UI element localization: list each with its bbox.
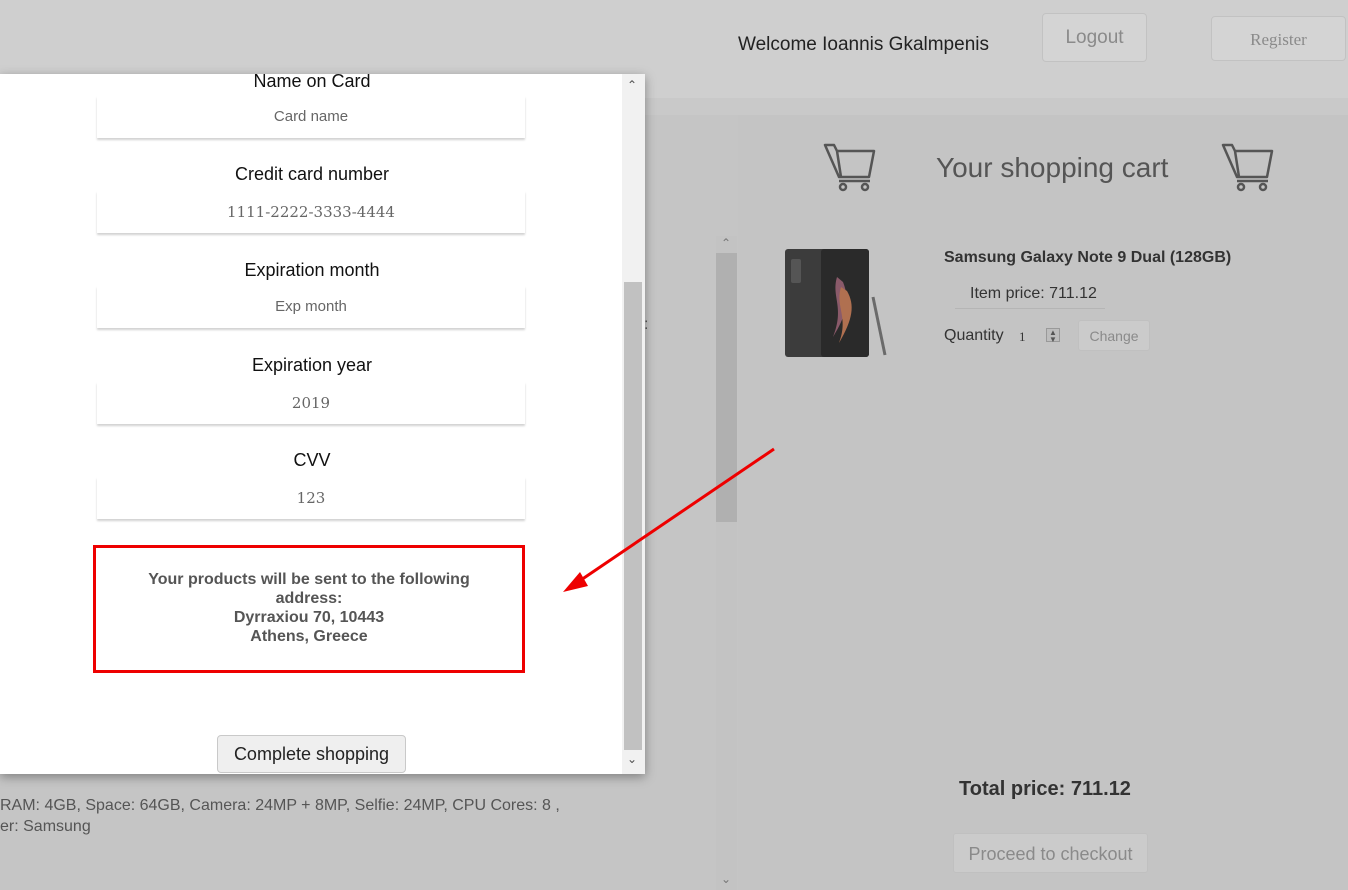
product-list-scroll-thumb[interactable] [716, 253, 737, 522]
cart-item-price: Item price: 711.12 [970, 285, 1097, 302]
cart-title: Your shopping cart [936, 152, 1169, 183]
address-intro-cont: address: [275, 590, 343, 607]
expiration-year-label: Expiration year [251, 355, 373, 375]
welcome-text: Welcome Ioannis Gkalmpenis [738, 34, 989, 55]
cart-product-name: Samsung Galaxy Note 9 Dual (128GB) [944, 249, 1232, 266]
total-price: Total price: 711.12 [959, 778, 1131, 800]
logout-button[interactable]: Logout [1042, 13, 1147, 62]
register-button[interactable]: Register [1211, 16, 1346, 61]
shopping-cart-panel [738, 115, 1348, 890]
name-on-card-label: Name on Card [253, 74, 371, 91]
expiration-month-input[interactable]: Exp month [97, 286, 525, 328]
scroll-down-icon[interactable]: ⌄ [627, 752, 637, 766]
cvv-input[interactable]: 123 [97, 477, 525, 519]
address-street: Dyrraxiou 70, 10443 [233, 609, 385, 626]
scroll-up-icon[interactable]: ⌃ [721, 236, 731, 250]
credit-card-number-input[interactable]: 1111-2222-3333-4444 [97, 191, 525, 233]
product-image [785, 249, 887, 357]
scroll-down-icon[interactable]: ⌄ [721, 872, 731, 886]
change-quantity-button[interactable]: Change [1078, 320, 1150, 351]
credit-card-number-label: Credit card number [234, 164, 390, 184]
manufacturer-line: er: Samsung [0, 818, 91, 835]
checkout-modal: Name on Card Card name Credit card numbe… [0, 74, 645, 774]
expiration-month-label: Expiration month [244, 260, 380, 280]
cart-icon [823, 143, 876, 192]
quantity-stepper-icon[interactable]: ▲ ▼ [1046, 328, 1060, 344]
product-specs: RAM: 4GB, Space: 64GB, Camera: 24MP + 8M… [0, 795, 560, 837]
shipping-address-notice: Your products will be sent to the follow… [93, 545, 525, 673]
quantity-value[interactable]: 1 [1019, 329, 1026, 345]
cvv-label: CVV [293, 450, 331, 470]
proceed-to-checkout-button[interactable]: Proceed to checkout [953, 833, 1148, 873]
modal-scroll-thumb[interactable] [624, 282, 642, 750]
divider [955, 308, 1105, 309]
quantity-label: Quantity [944, 327, 1004, 344]
expiration-year-input[interactable]: 2019 [97, 382, 525, 424]
name-on-card-input[interactable]: Card name [97, 96, 525, 138]
address-intro: Your products will be sent to the follow… [148, 571, 470, 588]
scroll-up-icon[interactable]: ⌃ [627, 78, 637, 92]
specs-line: RAM: 4GB, Space: 64GB, Camera: 24MP + 8M… [0, 797, 560, 814]
cart-icon [1221, 143, 1274, 192]
address-city: Athens, Greece [250, 628, 368, 645]
complete-shopping-button[interactable]: Complete shopping [217, 735, 406, 773]
